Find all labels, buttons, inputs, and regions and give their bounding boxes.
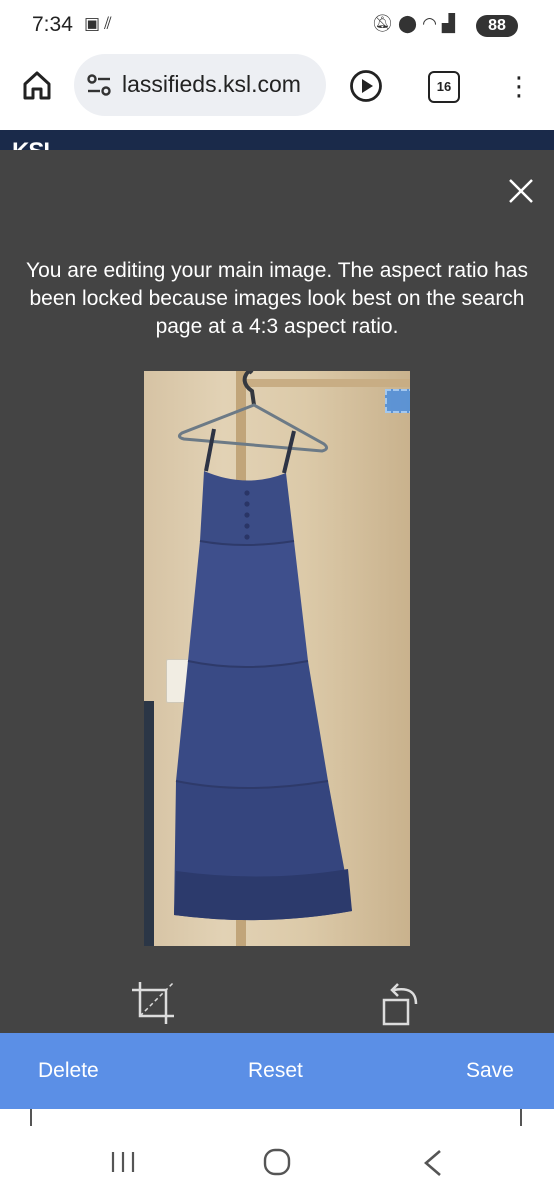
data-saver-icon: ⫽ bbox=[104, 14, 116, 33]
delete-button[interactable]: Delete bbox=[38, 1033, 99, 1109]
page-divider bbox=[30, 1109, 32, 1126]
status-bar: 7:34 ▣⫽ 🔕︎⬤◠▟ 88 bbox=[0, 0, 554, 54]
signal-icon: ▟ bbox=[441, 14, 460, 33]
status-left-icons: ▣⫽ bbox=[84, 14, 116, 34]
more-menu-icon[interactable]: ⋮ bbox=[506, 68, 532, 104]
reset-button[interactable]: Reset bbox=[248, 1033, 303, 1109]
close-icon[interactable] bbox=[506, 176, 536, 206]
home-nav-icon[interactable] bbox=[263, 1148, 291, 1176]
address-bar[interactable]: lassifieds.ksl.com bbox=[74, 54, 326, 116]
location-icon: ⬤ bbox=[398, 14, 423, 33]
rotate-icon[interactable] bbox=[380, 978, 420, 1028]
recent-apps-icon[interactable] bbox=[110, 1150, 136, 1174]
editor-instruction: You are editing your main image. The asp… bbox=[26, 259, 528, 338]
tab-switcher-button[interactable]: 16 bbox=[428, 71, 460, 103]
crop-handle[interactable] bbox=[385, 389, 410, 413]
home-icon[interactable] bbox=[20, 68, 54, 102]
crop-icon[interactable] bbox=[130, 980, 176, 1026]
url-text: lassifieds.ksl.com bbox=[122, 71, 301, 97]
page-divider bbox=[520, 1109, 522, 1126]
wifi-icon: ◠ bbox=[422, 14, 442, 33]
battery-indicator: 88 bbox=[476, 15, 518, 37]
underlying-page-header: KSL bbox=[0, 130, 554, 150]
editor-action-bar: Delete Reset Save bbox=[0, 1033, 554, 1109]
site-settings-icon[interactable] bbox=[86, 72, 112, 98]
mute-icon: 🔕︎ bbox=[371, 14, 399, 33]
browser-toolbar: lassifieds.ksl.com 16 ⋮ bbox=[0, 54, 554, 130]
status-right-icons: 🔕︎⬤◠▟ bbox=[371, 14, 460, 34]
save-button[interactable]: Save bbox=[466, 1033, 514, 1109]
play-icon[interactable] bbox=[349, 69, 383, 103]
site-logo: KSL bbox=[12, 138, 58, 150]
system-nav-bar bbox=[0, 1126, 554, 1200]
dress-illustration bbox=[174, 371, 352, 921]
back-icon[interactable] bbox=[420, 1148, 446, 1178]
page-below-modal bbox=[0, 1109, 554, 1126]
screenshot-icon: ▣ bbox=[84, 14, 105, 33]
status-time: 7:34 bbox=[32, 13, 73, 36]
main-image-preview[interactable] bbox=[144, 371, 410, 946]
